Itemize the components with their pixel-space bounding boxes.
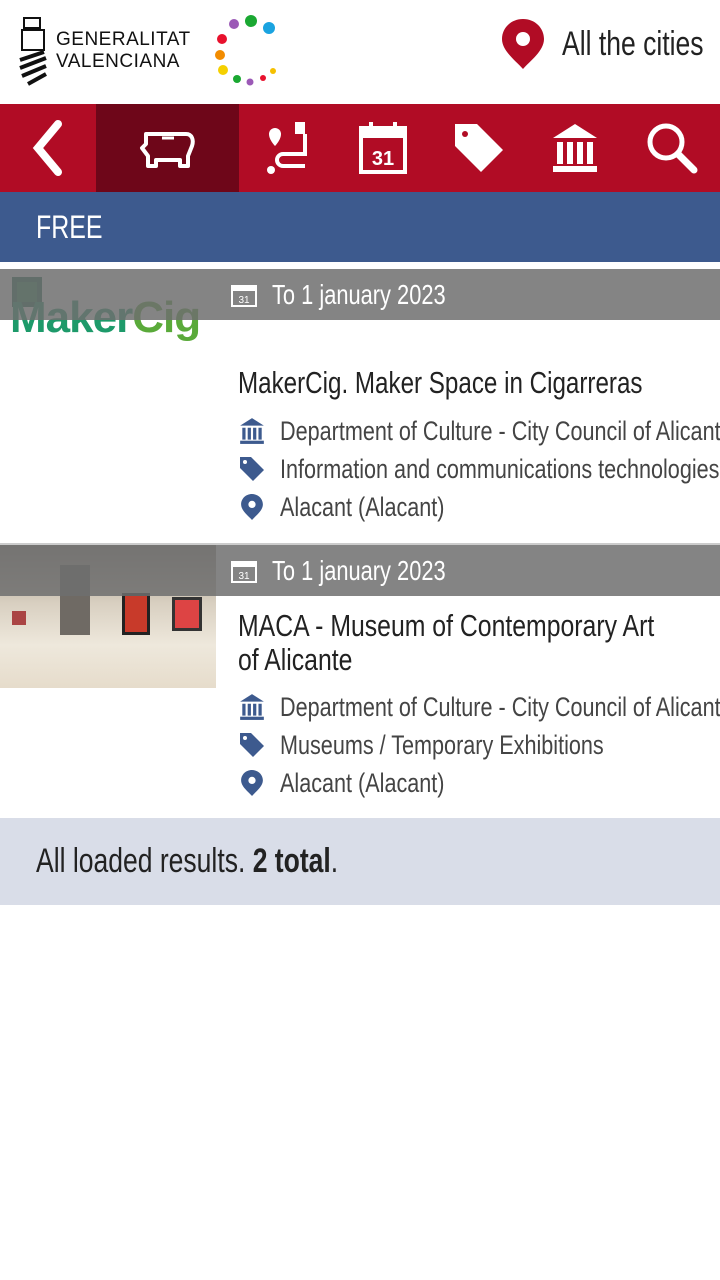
results-footer: All loaded results. 2 total. [0, 818, 720, 905]
result-organizer: Department of Culture - City Council of … [280, 691, 720, 722]
result-item[interactable]: 31 To 1 january 2023 MACA - Museum of Con… [0, 545, 720, 818]
date-bar: 31 To 1 january 2023 [0, 545, 720, 596]
result-date: To 1 january 2023 [272, 554, 446, 586]
logo-line-2: VALENCIANA [56, 51, 180, 72]
calendar-icon: 31 [231, 284, 257, 307]
result-location: Alacant (Alacant) [280, 767, 445, 798]
tag-icon [240, 457, 264, 481]
dots-logo-icon [215, 15, 276, 86]
result-organizer: Department of Culture - City Council of … [280, 415, 720, 446]
back-button[interactable] [0, 104, 96, 192]
logo-line-1: GENERALITAT [56, 29, 191, 50]
back-icon [32, 120, 62, 176]
route-button[interactable] [239, 104, 335, 192]
city-selector[interactable]: All the cities [500, 16, 704, 72]
result-category: Information and communications technolog… [280, 453, 720, 484]
free-filter-button[interactable] [96, 104, 239, 192]
result-location: Alacant (Alacant) [280, 491, 445, 522]
filter-header: FREE [0, 192, 720, 262]
result-date: To 1 january 2023 [272, 278, 446, 310]
institution-icon [553, 124, 597, 172]
result-category: Museums / Temporary Exhibitions [280, 729, 604, 760]
svg-text:31: 31 [372, 148, 394, 170]
filter-label: FREE [36, 209, 103, 245]
total-count: 2 total [252, 842, 331, 880]
search-icon [647, 123, 697, 174]
footer-end: . [330, 842, 339, 880]
date-bar: 31 To 1 january 2023 [0, 269, 720, 320]
result-title[interactable]: MACA - Museum of Contemporary Art of Ali… [238, 609, 670, 677]
institution-icon [240, 418, 264, 444]
svg-text:31: 31 [238, 571, 250, 582]
svg-text:31: 31 [238, 295, 250, 306]
tag-icon [455, 124, 503, 172]
coat-of-arms-icon [19, 17, 47, 86]
result-title[interactable]: MakerCig. Maker Space in Cigarreras [238, 366, 642, 400]
piggy-bank-icon [139, 132, 195, 168]
search-button[interactable] [623, 104, 720, 192]
footer-text: All loaded results. [36, 842, 253, 880]
calendar-icon: 31 [359, 122, 407, 174]
generalitat-logo[interactable]: GENERALITAT VALENCIANA [18, 16, 191, 86]
calendar-button[interactable]: 31 [335, 104, 431, 192]
city-label: All the cities [562, 24, 704, 63]
location-pin-icon [241, 770, 263, 796]
institution-button[interactable] [527, 104, 623, 192]
category-button[interactable] [431, 104, 527, 192]
nav-bar: 31 [0, 104, 720, 192]
route-icon [267, 122, 307, 174]
tag-icon [240, 733, 264, 757]
location-pin-icon [241, 494, 263, 520]
header: GENERALITAT VALENCIANA All the cities [0, 0, 720, 104]
institution-icon [240, 694, 264, 720]
calendar-icon: 31 [231, 560, 257, 583]
result-item[interactable]: MakerCig 31To 1 january 2023 MakerCig. M… [0, 269, 720, 543]
location-pin-icon [502, 19, 544, 69]
